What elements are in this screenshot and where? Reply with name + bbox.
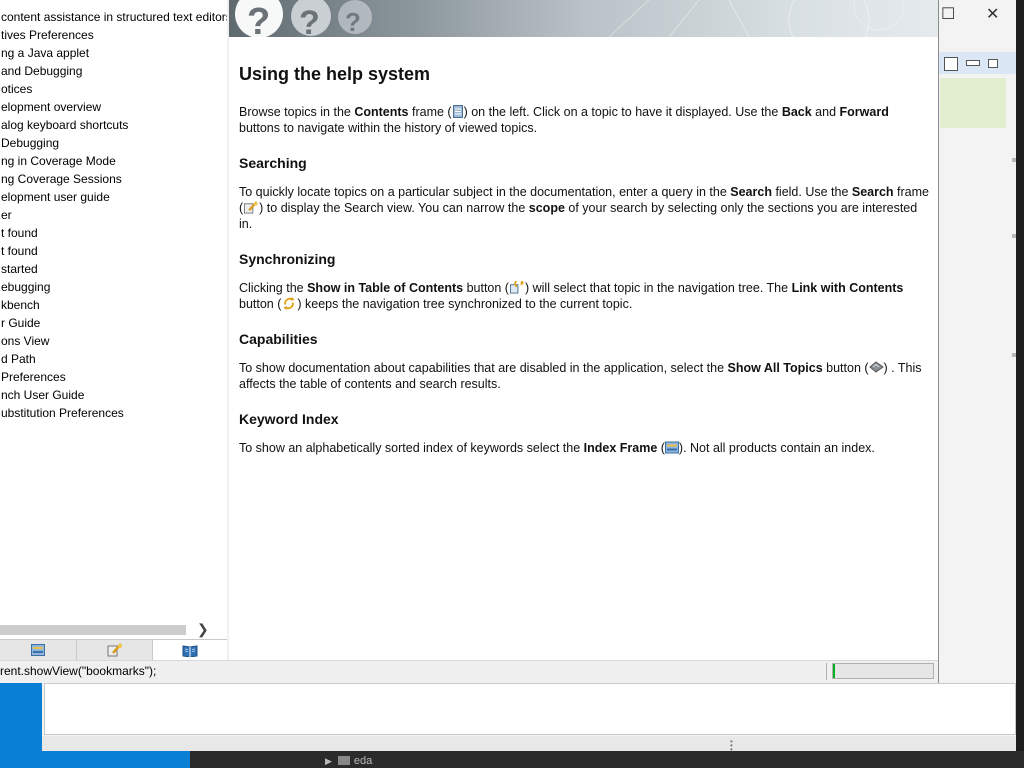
status-bar: rent.showView("bookmarks"); xyxy=(0,660,938,683)
progress-fill xyxy=(833,664,835,678)
toc-item[interactable]: Debugging xyxy=(0,134,227,152)
ide-status-bar xyxy=(42,736,1016,751)
question-mark-icon: ? xyxy=(345,7,361,37)
page-title: Using the help system xyxy=(239,64,431,84)
search-icon xyxy=(107,643,122,657)
toc-item[interactable]: ebugging xyxy=(0,278,227,296)
section-heading-searching: Searching xyxy=(239,155,307,171)
banner-graphic: ? ? ? xyxy=(235,0,905,37)
ide-bottom-panel xyxy=(44,683,1016,735)
taskbar-item-label: eda xyxy=(353,755,373,767)
toc-tree: content assistance in structured text ed… xyxy=(0,8,227,422)
tab-search[interactable] xyxy=(77,640,153,660)
toc-horizontal-scrollbar[interactable]: ❯ xyxy=(0,621,227,638)
link-with-contents-icon xyxy=(283,297,295,310)
play-icon: ▶ xyxy=(325,756,332,766)
search-frame-icon xyxy=(244,201,258,214)
folder-icon xyxy=(337,756,350,765)
scroll-right-icon[interactable]: ❯ xyxy=(197,621,209,638)
section-heading-capabilities: Capabilities xyxy=(239,331,318,347)
toc-item[interactable]: ng a Java applet xyxy=(0,44,227,62)
book-icon xyxy=(182,644,198,657)
toc-item[interactable]: t found xyxy=(0,224,227,242)
toc-item[interactable]: and Debugging xyxy=(0,62,227,80)
toc-item[interactable]: kbench xyxy=(0,296,227,314)
help-window: content assistance in structured text ed… xyxy=(0,0,939,683)
desktop-edge xyxy=(1016,0,1024,751)
taskbar-left xyxy=(0,751,190,768)
toc-pane: content assistance in structured text ed… xyxy=(0,0,227,660)
contents-frame-icon xyxy=(452,105,463,118)
toc-item[interactable]: nch User Guide xyxy=(0,386,227,404)
toc-item[interactable]: ons View xyxy=(0,332,227,350)
index-icon xyxy=(31,644,45,656)
status-message: rent.showView("bookmarks"); xyxy=(0,664,157,678)
toc-item[interactable]: d Path xyxy=(0,350,227,368)
tab-index[interactable] xyxy=(0,640,77,660)
nav-tab-bar xyxy=(0,639,227,661)
capabilities-paragraph: To show documentation about capabilities… xyxy=(239,361,922,391)
taskbar-item[interactable]: ▶ eda xyxy=(325,755,372,767)
intro-paragraph: Browse topics in the Contents frame () o… xyxy=(239,105,889,135)
toc-item[interactable]: er xyxy=(0,206,227,224)
outline-view-icon[interactable] xyxy=(944,57,958,71)
toc-item[interactable]: alog keyboard shortcuts xyxy=(0,116,227,134)
index-frame-icon xyxy=(664,441,679,454)
progress-bar xyxy=(832,663,934,679)
toc-item[interactable]: ng Coverage Sessions xyxy=(0,170,227,188)
section-heading-keyword-index: Keyword Index xyxy=(239,411,339,427)
help-content-pane: ? ? ? Using the help system Browse topic… xyxy=(229,0,938,660)
toc-item[interactable]: t found xyxy=(0,242,227,260)
toc-item[interactable]: started xyxy=(0,260,227,278)
show-all-topics-icon xyxy=(868,361,884,373)
ide-maximize-icon[interactable]: ☐ xyxy=(941,4,955,24)
status-separator xyxy=(826,663,827,680)
question-mark-icon: ? xyxy=(247,1,270,37)
toc-item[interactable]: content assistance in structured text ed… xyxy=(0,8,227,26)
question-mark-icon: ? xyxy=(299,4,320,37)
toc-item[interactable]: ubstitution Preferences xyxy=(0,404,227,422)
help-banner: ? ? ? xyxy=(229,0,938,37)
highlighted-panel xyxy=(940,78,1006,128)
toc-item[interactable]: Preferences xyxy=(0,368,227,386)
tab-contents[interactable] xyxy=(153,640,227,660)
scrollbar-thumb[interactable] xyxy=(0,625,186,635)
toc-item[interactable]: tives Preferences xyxy=(0,26,227,44)
minimize-view-icon[interactable] xyxy=(966,60,980,66)
help-document: Using the help system Browse topics in t… xyxy=(239,62,929,456)
ide-close-icon[interactable]: ✕ xyxy=(986,4,999,24)
show-in-toc-icon xyxy=(510,281,524,294)
searching-paragraph: To quickly locate topics on a particular… xyxy=(239,185,930,231)
toc-item[interactable]: r Guide xyxy=(0,314,227,332)
taskbar xyxy=(190,751,1024,768)
toc-item[interactable]: elopment overview xyxy=(0,98,227,116)
toc-item[interactable]: ng in Coverage Mode xyxy=(0,152,227,170)
section-heading-synchronizing: Synchronizing xyxy=(239,251,336,267)
keyword-index-paragraph: To show an alphabetically sorted index o… xyxy=(239,441,875,455)
synchronizing-paragraph: Clicking the Show in Table of Contents b… xyxy=(239,281,904,311)
toc-item[interactable]: otices xyxy=(0,80,227,98)
restore-view-icon[interactable] xyxy=(988,59,998,68)
toc-item[interactable]: elopment user guide xyxy=(0,188,227,206)
